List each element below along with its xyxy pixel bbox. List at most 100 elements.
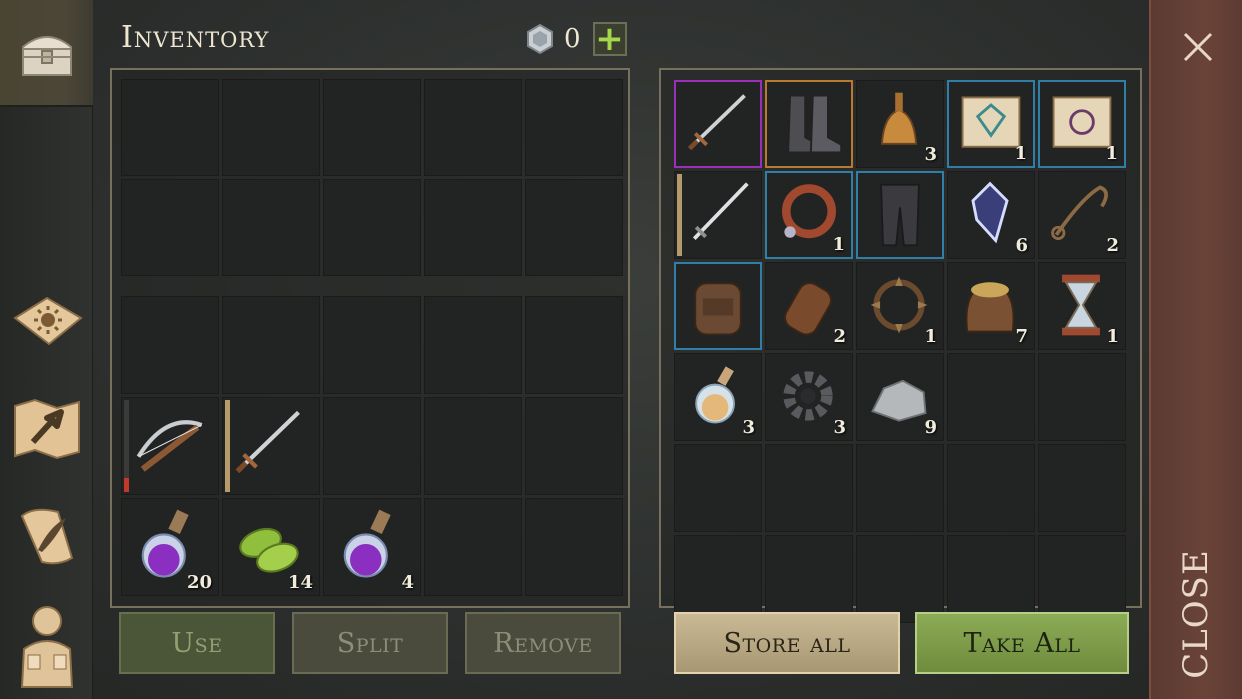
inventory-slot[interactable] xyxy=(1038,535,1126,623)
inventory-slot[interactable]: 1 xyxy=(856,262,944,350)
inventory-slot[interactable] xyxy=(323,79,421,176)
sidebar-item-inventory[interactable] xyxy=(0,0,93,107)
inventory-slot[interactable]: 6 xyxy=(947,171,1035,259)
take-all-button[interactable]: Take All xyxy=(915,612,1129,674)
container-grid: 3111622171339 xyxy=(674,80,1129,623)
chest-icon xyxy=(21,35,72,76)
inventory-slot[interactable] xyxy=(674,262,762,350)
inventory-slot[interactable]: 1 xyxy=(1038,262,1126,350)
inventory-slot[interactable]: 20 xyxy=(121,498,219,596)
inventory-slot[interactable] xyxy=(424,79,522,176)
inventory-slot[interactable]: 1 xyxy=(765,171,853,259)
inventory-slot[interactable]: 14 xyxy=(222,498,320,596)
durability-bar xyxy=(225,400,230,492)
store-all-button[interactable]: Store all xyxy=(674,612,900,674)
sidebar-item-map[interactable] xyxy=(0,374,93,481)
item-quantity: 1 xyxy=(924,326,937,347)
sidebar-item-quests[interactable] xyxy=(0,482,93,589)
inventory-slot[interactable] xyxy=(525,179,623,276)
page-title: Inventory xyxy=(121,20,270,55)
inventory-slot[interactable]: 1 xyxy=(1038,80,1126,168)
sword-icon xyxy=(687,94,746,151)
sidebar-item-skills[interactable] xyxy=(0,266,93,373)
inventory-slot[interactable] xyxy=(121,179,219,276)
item-quantity: 2 xyxy=(833,326,846,347)
inventory-slot[interactable] xyxy=(222,397,320,495)
sidebar xyxy=(0,0,93,699)
inventory-slot[interactable] xyxy=(674,171,762,259)
inventory-slot[interactable] xyxy=(947,535,1035,623)
use-button[interactable]: Use xyxy=(119,612,275,674)
item-quantity: 1 xyxy=(1014,143,1027,164)
inventory-slot[interactable] xyxy=(323,296,421,394)
inventory-slot[interactable]: 7 xyxy=(947,262,1035,350)
inventory-slot[interactable] xyxy=(856,535,944,623)
inventory-slot[interactable] xyxy=(424,296,522,394)
character-icon xyxy=(20,605,73,688)
inventory-slot[interactable]: 2 xyxy=(765,262,853,350)
remove-button[interactable]: Remove xyxy=(465,612,621,674)
split-button[interactable]: Split xyxy=(292,612,448,674)
inventory-slot[interactable] xyxy=(1038,444,1126,532)
item-quantity: 3 xyxy=(833,417,846,438)
inventory-slot[interactable]: 3 xyxy=(856,80,944,168)
item-quantity: 9 xyxy=(924,417,937,438)
inventory-slot[interactable] xyxy=(525,79,623,176)
inventory-slot[interactable] xyxy=(525,296,623,394)
item-quantity: 6 xyxy=(1015,235,1028,256)
item-quantity: 1 xyxy=(1106,326,1119,347)
inventory-slot[interactable] xyxy=(674,535,762,623)
inventory-slot[interactable] xyxy=(222,79,320,176)
inventory-slot[interactable] xyxy=(424,498,522,596)
inventory-slot[interactable] xyxy=(856,444,944,532)
inventory-slot[interactable] xyxy=(525,498,623,596)
inventory-slot[interactable] xyxy=(424,397,522,495)
item-quantity: 2 xyxy=(1106,235,1119,256)
backpack-icon xyxy=(694,282,742,336)
leggings-icon xyxy=(880,183,920,247)
equipment-grid xyxy=(121,79,623,276)
longsword-icon xyxy=(692,182,749,240)
currency-display: 0 + xyxy=(524,22,627,56)
inventory-slot[interactable] xyxy=(947,444,1035,532)
inventory-slot[interactable] xyxy=(121,296,219,394)
inventory-slot[interactable]: 9 xyxy=(856,353,944,441)
bag-grid: 20 14 4 xyxy=(121,296,623,596)
inventory-slot[interactable]: 1 xyxy=(947,80,1035,168)
close-button-label[interactable]: CLOSE xyxy=(1176,549,1216,679)
item-quantity: 14 xyxy=(287,572,313,593)
map-arrow-icon xyxy=(13,398,80,459)
inventory-slot[interactable] xyxy=(674,444,762,532)
inventory-slot[interactable] xyxy=(323,397,421,495)
inventory-slot[interactable] xyxy=(525,397,623,495)
inventory-slot[interactable] xyxy=(765,80,853,168)
inventory-slot[interactable] xyxy=(674,80,762,168)
item-quantity: 3 xyxy=(742,417,755,438)
item-quantity: 1 xyxy=(1105,143,1118,164)
crossbow-icon xyxy=(136,420,203,472)
boots-icon xyxy=(787,94,843,154)
inventory-slot[interactable] xyxy=(222,296,320,394)
gem-coin-icon xyxy=(527,23,553,55)
item-quantity: 20 xyxy=(186,572,212,593)
inventory-slot[interactable] xyxy=(1038,353,1126,441)
item-quantity: 1 xyxy=(832,234,845,255)
inventory-slot[interactable] xyxy=(947,353,1035,441)
inventory-slot[interactable]: 4 xyxy=(323,498,421,596)
inventory-slot[interactable] xyxy=(323,179,421,276)
inventory-slot[interactable]: 3 xyxy=(765,353,853,441)
inventory-slot[interactable]: 3 xyxy=(674,353,762,441)
add-currency-button[interactable]: + xyxy=(592,22,627,56)
inventory-slot[interactable] xyxy=(424,179,522,276)
inventory-slot[interactable] xyxy=(121,397,219,495)
sidebar-item-character[interactable] xyxy=(0,590,93,697)
close-icon[interactable] xyxy=(1181,30,1215,64)
inventory-slot[interactable] xyxy=(765,535,853,623)
inventory-slot[interactable] xyxy=(765,444,853,532)
item-quantity: 4 xyxy=(401,572,414,593)
inventory-slot[interactable] xyxy=(121,79,219,176)
inventory-slot[interactable]: 2 xyxy=(1038,171,1126,259)
sun-book-icon xyxy=(12,296,83,345)
inventory-slot[interactable] xyxy=(856,171,944,259)
inventory-slot[interactable] xyxy=(222,179,320,276)
